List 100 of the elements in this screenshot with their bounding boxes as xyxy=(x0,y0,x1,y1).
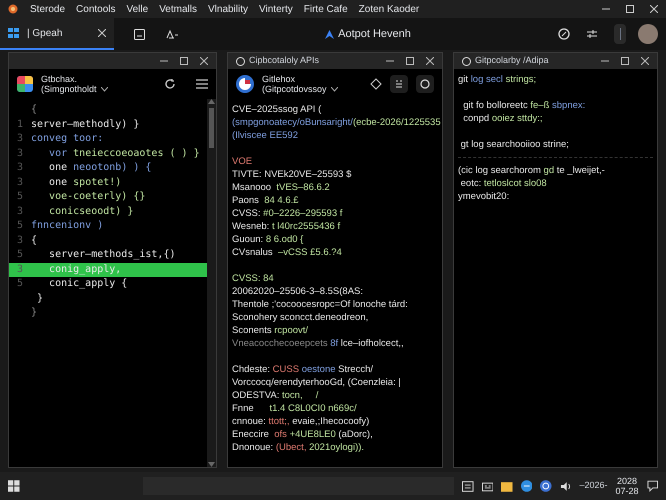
line-number: 5 xyxy=(16,248,24,262)
close-icon[interactable] xyxy=(641,57,649,65)
line-number: 5 xyxy=(16,190,24,204)
app-icon xyxy=(17,76,33,92)
maximize-icon[interactable] xyxy=(180,57,188,65)
code-line: Fnne t1.4 C8L0CI0 n669c/ xyxy=(232,402,357,415)
close-icon[interactable] xyxy=(200,57,208,65)
code-line: one neootonb) ) { xyxy=(48,161,152,175)
repo-subtitle: (Gitpcotdovssoy xyxy=(262,84,327,94)
code-line: Paons 84 4.6.£ xyxy=(232,194,299,207)
code-line: Vneacocchecoeepcets 8f lce–iofholcect,, xyxy=(232,337,404,350)
code-line: Sconents rcpoovt/ xyxy=(232,324,308,337)
line-number: 3 xyxy=(16,146,24,160)
scroll-down-icon[interactable] xyxy=(208,462,215,467)
avatar[interactable] xyxy=(638,24,658,44)
window-logo-icon xyxy=(462,56,471,66)
panel-icon[interactable] xyxy=(134,28,145,40)
line-number: 3 xyxy=(16,204,24,218)
sliders-icon[interactable] xyxy=(586,28,598,40)
line-number: 5 xyxy=(16,277,24,291)
toolbar-divider-button[interactable] xyxy=(614,24,626,44)
close-icon[interactable] xyxy=(426,57,434,65)
app-logo-icon xyxy=(8,4,18,14)
windows-start-icon[interactable] xyxy=(8,480,20,492)
line-number: 3 xyxy=(16,132,24,146)
code-line: one spotet!) xyxy=(48,176,122,190)
clock[interactable]: 2028 07-28 xyxy=(615,476,638,496)
menu-icon[interactable] xyxy=(196,79,208,89)
code-line: Vorccocq/erendyterhooGd, (Coenzleia: | xyxy=(232,376,401,389)
code-line: { xyxy=(31,103,38,117)
keyboard-icon[interactable] xyxy=(482,480,494,492)
code-line: CVSS: 84 xyxy=(232,272,274,285)
repo-name: Gitlehox xyxy=(262,74,296,84)
diamond-icon[interactable] xyxy=(370,78,382,90)
repo-subtitle: (Simgnotholdt xyxy=(41,84,97,94)
line-number: 3 xyxy=(16,176,24,190)
code-line: Thentole ;'cocoocesropc=Of lonoche tárd: xyxy=(232,298,408,311)
code-line: conic_apply { xyxy=(48,277,128,291)
code-line: Msanooo tVES–86.6.2 xyxy=(232,181,330,194)
menu-item[interactable]: Vetmalls xyxy=(159,2,197,16)
code-line: Wesneb: t l40rc2555436 f xyxy=(232,220,340,233)
window-title: Cipbcotaloly APIs xyxy=(249,54,320,68)
line-number: 3 xyxy=(16,234,24,248)
menu-item[interactable]: Velle xyxy=(126,2,148,16)
code-line: eotc: tetloslcot slo08 xyxy=(460,177,547,190)
code-line: server–methods_ist,{) xyxy=(48,248,176,262)
list-icon[interactable] xyxy=(462,480,474,492)
line-number: 5 xyxy=(16,219,24,233)
menu-item[interactable]: Sterode xyxy=(30,2,66,16)
code-line: 20062020–25506-3–8.5S(8AS: xyxy=(232,285,364,298)
code-line: git log secl strings; xyxy=(458,73,536,86)
grid-icon xyxy=(395,80,403,88)
menu-item[interactable]: Zoten Kaoder xyxy=(358,2,420,16)
code-line: CVsnalus –vCSS £5.6.?4 xyxy=(232,246,342,259)
close-icon[interactable] xyxy=(98,29,106,37)
window-title: Gitpcolarby /Adipa xyxy=(475,54,549,68)
menu-item[interactable]: Vlnability xyxy=(208,2,248,16)
maximize-icon[interactable] xyxy=(406,57,414,65)
chevron-down-icon[interactable] xyxy=(330,86,338,92)
refresh-icon xyxy=(420,79,430,89)
folder-icon[interactable] xyxy=(501,480,513,492)
volume-icon[interactable] xyxy=(560,480,572,492)
code-line: (cic log searchorom gd te _lweijet,- xyxy=(458,164,605,177)
code-line: conig_apply, xyxy=(48,262,122,276)
tab[interactable]: | Gpeah xyxy=(0,18,114,50)
menu-item[interactable]: Vinterty xyxy=(259,2,293,16)
line-number: 3 xyxy=(16,262,24,276)
scroll-up-icon[interactable] xyxy=(208,99,215,104)
grid-button[interactable] xyxy=(390,75,408,93)
code-line: Guoun: 8 6.od0 { xyxy=(232,233,304,246)
code-line: server–methodly) } xyxy=(31,118,140,132)
code-line: Chdeste: CUSS oestone Strecch/ xyxy=(232,363,374,376)
code-line: (Ilviscee EE592 xyxy=(232,129,298,142)
code-line: voe-coeterly) {} xyxy=(48,190,146,204)
code-line: git fo bolloreetc fe–ß sbpnex: xyxy=(462,99,586,112)
code-line: Eneccire ofs +4UE8LE0 (aDorc), xyxy=(232,428,373,441)
menu-item[interactable]: Firte Cafe xyxy=(304,2,348,16)
refresh-button[interactable] xyxy=(416,75,434,93)
grid-icon xyxy=(8,28,19,38)
code-line: CVSS: #0–2226–295593 f xyxy=(232,207,342,220)
menu-item[interactable]: Contools xyxy=(76,2,116,16)
code-line: ymevobit20: xyxy=(458,190,510,203)
maximize-icon[interactable] xyxy=(621,57,629,65)
code-line: CVE–2025ssog API ( xyxy=(232,103,322,116)
code-line: fnncenionv ) xyxy=(31,219,104,233)
scrollbar[interactable] xyxy=(207,99,216,467)
maximize-icon[interactable] xyxy=(626,5,634,13)
notification-icon[interactable] xyxy=(646,480,658,492)
code-line: (smpgonoatecy/oBunsaright/(ecbe-2026/1225535 xyxy=(232,116,441,129)
refresh-icon[interactable] xyxy=(164,78,176,90)
line-number: 3 xyxy=(16,161,24,175)
code-line: } xyxy=(31,306,38,320)
close-icon[interactable] xyxy=(650,5,658,13)
chevron-down-icon[interactable] xyxy=(100,86,108,92)
code-line: VOE xyxy=(232,155,252,168)
code-line: Sconohery sconcct.deneodreon, xyxy=(232,311,368,324)
window-logo-icon xyxy=(236,56,245,66)
code-line: ODESTVA: tocn, / xyxy=(232,389,318,402)
tray-text: –2026- xyxy=(579,479,608,492)
code-line: vor tneieccoeoaotes ( ) } xyxy=(48,146,200,160)
